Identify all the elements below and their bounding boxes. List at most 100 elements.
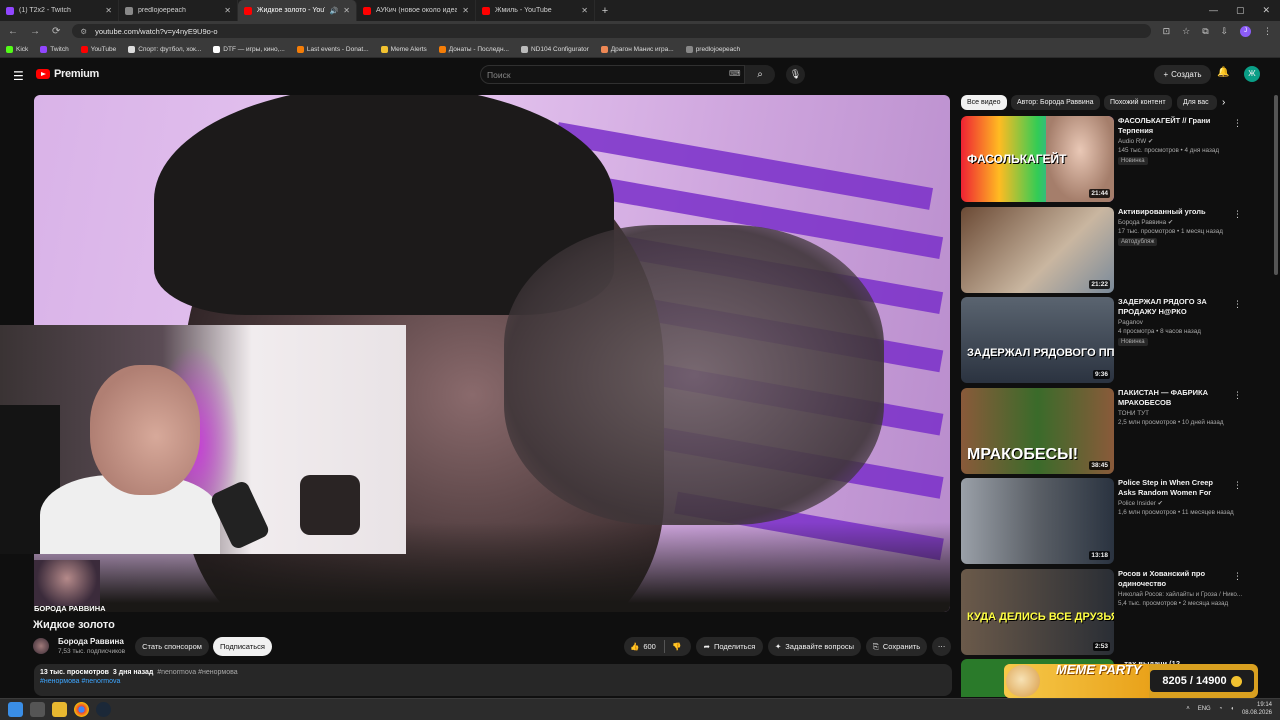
video-thumbnail[interactable]: ЗАДЕРЖАЛ РЯДОВОГО ППС!?9:36 bbox=[961, 297, 1114, 383]
tab-youtube-active[interactable]: Жидкое золото - YouTube 🔊 ✕ bbox=[238, 0, 357, 21]
tray-chevron-icon[interactable]: ˄ bbox=[1186, 706, 1190, 712]
recommendation-item[interactable]: КУДА ДЕЛИСЬ ВСЕ ДРУЗЬЯ? 2:53 Росов и Хова… bbox=[961, 569, 1251, 655]
chip-by-author[interactable]: Автор: Борода Раввина bbox=[1011, 95, 1100, 110]
bookmark-item[interactable]: ND104 Configurator bbox=[520, 45, 589, 53]
minimize-icon[interactable]: — bbox=[1209, 5, 1218, 16]
video-thumbnail[interactable]: ФАСОЛЬКАГЕЙТ 21:44 bbox=[961, 116, 1114, 202]
channel-name[interactable]: Борода Раввина bbox=[58, 637, 124, 646]
language-indicator[interactable]: ENG bbox=[1198, 706, 1211, 712]
network-icon[interactable]: ◔ bbox=[1219, 706, 1223, 712]
close-window-icon[interactable]: ✕ bbox=[1262, 5, 1270, 16]
recommendation-item[interactable]: 13:18 Police Step in When Creep Asks Ran… bbox=[961, 478, 1251, 564]
more-options-icon[interactable]: ⋮ bbox=[1233, 209, 1242, 220]
chip-all-videos[interactable]: Все видео bbox=[961, 95, 1007, 110]
steam-icon[interactable] bbox=[96, 702, 111, 717]
bookmark-item[interactable]: DTF — игры, кино,... bbox=[213, 45, 285, 53]
tab-zhmil[interactable]: Жмиль - YouTube ✕ bbox=[476, 0, 595, 21]
close-tab-icon[interactable]: ✕ bbox=[105, 6, 112, 15]
more-options-icon[interactable]: ⋮ bbox=[1233, 571, 1242, 582]
volume-icon[interactable]: ◖ bbox=[1230, 706, 1234, 712]
windows-start-icon[interactable] bbox=[8, 702, 23, 717]
extensions-icon[interactable]: ⧉ bbox=[1202, 26, 1208, 37]
speaker-icon[interactable]: 🔊 bbox=[330, 7, 339, 15]
recommendation-channel: Николай Росов: хайлайты и Гроза / Нико..… bbox=[1118, 591, 1243, 598]
browser-menu-icon[interactable]: ⋮ bbox=[1263, 26, 1272, 37]
hamburger-menu-icon[interactable]: ☰ bbox=[13, 69, 24, 83]
close-tab-icon[interactable]: ✕ bbox=[581, 6, 588, 15]
chip-for-you[interactable]: Для вас bbox=[1177, 95, 1217, 110]
more-actions-icon[interactable]: ⋯ bbox=[932, 637, 951, 656]
recommendation-item[interactable]: 21:22 Активированный уголь Борода Раввин… bbox=[961, 207, 1251, 293]
recommendation-item[interactable]: МРАКОБЕСЫ! 38:45 ПАКИСТАН — ФАБРИКА МРАКО… bbox=[961, 388, 1251, 474]
youtube-logo[interactable]: Premium bbox=[36, 68, 99, 80]
chrome-icon[interactable] bbox=[74, 702, 89, 717]
bookmark-item[interactable]: Meme Alerts bbox=[380, 45, 427, 53]
close-tab-icon[interactable]: ✕ bbox=[224, 6, 231, 15]
chevron-right-icon[interactable]: › bbox=[1222, 97, 1225, 108]
install-icon[interactable]: ⊡ bbox=[1163, 26, 1171, 37]
scrollbar[interactable] bbox=[1274, 95, 1278, 275]
more-options-icon[interactable]: ⋮ bbox=[1233, 299, 1242, 310]
ask-questions-button[interactable]: ✦ Задавайте вопросы bbox=[768, 637, 861, 656]
microphone-icon[interactable]: 🎙 bbox=[786, 65, 805, 84]
url-field[interactable]: ⚙ youtube.com/watch?v=y4nyE9U9o-o bbox=[72, 24, 1151, 38]
new-tab-button[interactable]: + bbox=[595, 5, 615, 17]
back-icon[interactable]: ← bbox=[8, 26, 18, 37]
description-box[interactable]: 13 тыс. просмотров 3 дня назад #nenormov… bbox=[34, 664, 952, 696]
tab-twitch[interactable]: (1) T2x2 - Twitch ✕ bbox=[0, 0, 119, 21]
reload-icon[interactable]: ⟳ bbox=[52, 26, 60, 37]
bookmark-item[interactable]: Драгон Манис игра... bbox=[600, 45, 674, 53]
maximize-icon[interactable]: ▢ bbox=[1236, 5, 1245, 16]
hashtags-line[interactable]: #ненормова #nenormova bbox=[40, 678, 946, 685]
downloads-icon[interactable]: ⇩ bbox=[1221, 26, 1229, 37]
tab-predlojoepeach[interactable]: predlojoepeach ✕ bbox=[119, 0, 238, 21]
recommendation-meta: 5,4 тыс. просмотров • 2 месяца назад bbox=[1118, 600, 1229, 607]
video-thumbnail[interactable]: 21:22 bbox=[961, 207, 1114, 293]
video-thumbnail[interactable]: КУДА ДЕЛИСЬ ВСЕ ДРУЗЬЯ? 2:53 bbox=[961, 569, 1114, 655]
like-button[interactable]: 👍 600 👎 bbox=[624, 637, 691, 656]
recommendation-item[interactable]: ФАСОЛЬКАГЕЙТ 21:44 ФАСОЛЬКАГЕЙТ // Грани … bbox=[961, 116, 1251, 202]
more-options-icon[interactable]: ⋮ bbox=[1233, 118, 1242, 129]
hashtags-top[interactable]: #nenormova #ненормова bbox=[157, 669, 237, 676]
video-thumbnail[interactable]: 13:18 bbox=[961, 478, 1114, 564]
bookmark-item[interactable]: YouTube bbox=[80, 45, 116, 53]
bookmark-item[interactable]: Last events - Donat... bbox=[296, 45, 369, 53]
video-thumbnail[interactable]: МРАКОБЕСЫ! 38:45 bbox=[961, 388, 1114, 474]
tab-aukich[interactable]: АУКич (новое около идеальн ✕ bbox=[357, 0, 476, 21]
forward-icon[interactable]: → bbox=[30, 26, 40, 37]
recommendation-item[interactable]: ЗАДЕРЖАЛ РЯДОВОГО ППС!?9:36 ЗАДЕРЖАЛ РЯД… bbox=[961, 297, 1251, 383]
bookmark-star-icon[interactable]: ☆ bbox=[1182, 26, 1190, 37]
notifications-bell-icon[interactable]: 🔔 bbox=[1217, 67, 1229, 78]
bookmark-item[interactable]: predlojoepeach bbox=[685, 45, 740, 53]
file-explorer-icon[interactable] bbox=[52, 702, 67, 717]
account-avatar[interactable]: Ж bbox=[1244, 66, 1260, 82]
profile-avatar[interactable]: J bbox=[1240, 25, 1251, 37]
keyboard-icon[interactable]: ⌨ bbox=[729, 69, 741, 78]
subscribe-button[interactable]: Подписаться bbox=[213, 637, 272, 656]
save-button[interactable]: ⎘ Сохранить bbox=[866, 637, 927, 656]
close-tab-icon[interactable]: ✕ bbox=[462, 6, 469, 15]
close-tab-icon[interactable]: ✕ bbox=[343, 6, 350, 15]
more-options-icon[interactable]: ⋮ bbox=[1233, 480, 1242, 491]
bookmark-item[interactable]: Спорт: футбол, хок... bbox=[128, 45, 201, 53]
dragon-icon bbox=[600, 45, 608, 53]
join-sponsor-button[interactable]: Стать спонсором bbox=[135, 637, 209, 656]
meme-party-label: MEME PARTY bbox=[1056, 664, 1142, 677]
search-input[interactable]: Поиск bbox=[480, 65, 745, 84]
share-button[interactable]: ➦ Поделиться bbox=[696, 637, 763, 656]
clock[interactable]: 19:14 08.08.2026 bbox=[1242, 701, 1272, 717]
bookmark-item[interactable]: Kick bbox=[6, 45, 28, 53]
search-button[interactable]: ⌕ bbox=[745, 65, 775, 84]
doge-icon bbox=[1006, 665, 1040, 697]
dislike-icon[interactable]: 👎 bbox=[672, 642, 681, 651]
verified-icon: ✔ bbox=[1147, 138, 1154, 145]
yandex-icon[interactable] bbox=[30, 702, 45, 717]
more-options-icon[interactable]: ⋮ bbox=[1233, 390, 1242, 401]
site-info-icon[interactable]: ⚙ bbox=[80, 27, 87, 36]
new-badge: Новинка bbox=[1118, 157, 1148, 165]
channel-avatar[interactable] bbox=[33, 638, 49, 654]
create-button[interactable]: + Создать bbox=[1154, 65, 1211, 84]
bookmark-item[interactable]: Донаты - Последн... bbox=[438, 45, 509, 53]
chip-related[interactable]: Похожий контент bbox=[1104, 95, 1172, 110]
bookmark-item[interactable]: Twitch bbox=[40, 45, 69, 53]
